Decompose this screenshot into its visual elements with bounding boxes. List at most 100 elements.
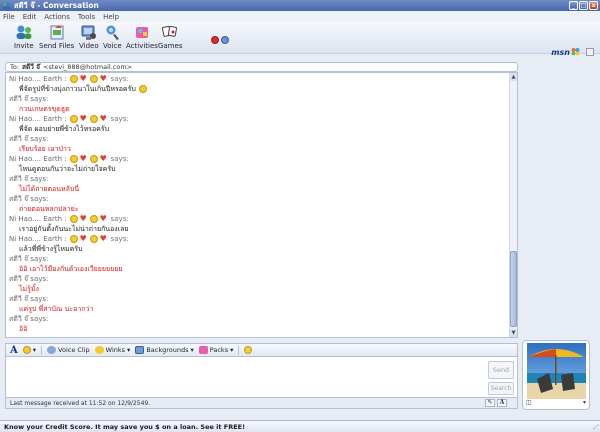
toolbar-overflow-button[interactable] <box>586 48 594 56</box>
contact-name: สตีวี จ๊ <box>22 63 40 71</box>
message-body: พี่จัด ผอบย่ายพี่ข้างไว้หรอครับ <box>19 125 110 133</box>
message-sender: Ni Hao.... Earth : ♥ ♥ says: <box>9 214 509 224</box>
ad-text[interactable]: Know your Credit Score. It may save you … <box>4 423 245 431</box>
message-body: กวนเกษตรขุดธูต <box>19 105 70 113</box>
message-text: พี่จัดรูปที่ข้างบุ่งภาวนาในเกินปีหรอครับ <box>9 84 509 94</box>
sender-name: สตีวี จ๊ says: <box>9 275 49 283</box>
font-button[interactable]: A <box>10 345 18 356</box>
says-label: says: <box>110 155 129 163</box>
voice-clip-button[interactable]: Voice Clip <box>47 346 90 354</box>
heart-icon: ♥ <box>79 234 87 243</box>
message-sender: Ni Hao.... Earth : ♥ ♥ says: <box>9 114 509 124</box>
backgrounds-button[interactable]: Backgrounds ▾ <box>135 346 194 354</box>
invite-icon <box>16 25 32 39</box>
message-text: ไม่ได้ถ่ายตอนหลับนี่ <box>9 184 509 194</box>
smiley-icon <box>138 85 147 93</box>
emoticon-button[interactable]: ▾ <box>22 346 36 354</box>
wink-icon <box>94 346 104 354</box>
smiley-icon <box>89 215 98 223</box>
heart-icon: ♥ <box>99 114 107 123</box>
smiley-icon <box>69 155 78 163</box>
block-icon[interactable] <box>211 36 219 44</box>
menu-actions[interactable]: Actions <box>44 13 70 21</box>
divider <box>238 345 240 355</box>
says-label: says: <box>110 235 129 243</box>
scroll-up-button[interactable]: ▲ <box>510 73 517 81</box>
send-files-button[interactable]: Send Files <box>39 24 74 50</box>
nudge-button[interactable] <box>244 346 253 354</box>
winks-button[interactable]: Winks ▾ <box>94 346 130 354</box>
scroll-thumb[interactable] <box>510 251 517 327</box>
sender-name: สตีวี จ๊ says: <box>9 95 49 103</box>
message-sender: สตีวี จ๊ says: <box>9 134 509 144</box>
message-body: ไม่ได้ถ่ายตอนหลับนี่ <box>19 185 80 193</box>
message-text: กวนเกษตรขุดธูต <box>9 104 509 114</box>
sender-name: Ni Hao.... Earth : <box>9 155 67 163</box>
menu-edit[interactable]: Edit <box>23 13 37 21</box>
display-picture[interactable] <box>527 343 586 399</box>
message-body: อิอิ <box>19 325 28 333</box>
sender-name: Ni Hao.... Earth : <box>9 215 67 223</box>
message-body: เรียบร้อย เอาป่าว <box>19 145 71 153</box>
chevron-down-icon[interactable]: ▾ <box>583 399 586 407</box>
smiley-icon <box>89 235 98 243</box>
smiley-icon <box>69 115 78 123</box>
background-sharing-icon[interactable] <box>221 36 229 44</box>
heart-icon: ♥ <box>99 154 107 163</box>
to-bar: To: สตีวี จ๊ <stevi_888@hotmail.com> <box>5 62 518 72</box>
webcam-icon[interactable]: ◫ <box>526 399 532 407</box>
chat-scrollbar[interactable]: ▲ ▼ <box>509 73 517 337</box>
games-button[interactable]: Games <box>158 24 183 50</box>
msn-logo: msn <box>551 48 570 57</box>
message-text: ถ่ายตอนหลกปลาย่ะ <box>9 204 509 214</box>
invite-button[interactable]: Invite <box>14 24 34 50</box>
activities-icon <box>135 27 148 38</box>
message-body: พี่จัดรูปที่ข้างบุ่งภาวนาในเกินปีหรอครับ <box>19 85 136 93</box>
says-label: says: <box>110 75 129 83</box>
says-label: says: <box>110 215 129 223</box>
voice-button[interactable]: Voice <box>103 24 122 50</box>
sender-name: สตีวี จ๊ says: <box>9 315 49 323</box>
message-body: อิอิ เอาไว้มีองกันด้วเองเวียยยยยยย <box>19 265 123 273</box>
message-text: ไม่รู้มั้ง <box>9 284 509 294</box>
search-button[interactable]: Search <box>488 382 514 395</box>
send-files-icon <box>50 25 64 40</box>
menu-help[interactable]: Help <box>103 13 119 21</box>
conversation-history[interactable]: Ni Hao.... Earth : ♥ ♥ says: พี่จัดรูปที่ข้า… <box>5 72 518 338</box>
says-label: says: <box>110 115 129 123</box>
advertisement-bar[interactable]: Know your Credit Score. It may save you … <box>0 420 600 432</box>
video-button[interactable]: Video <box>79 24 99 50</box>
text-tab-button[interactable]: A <box>497 399 507 407</box>
scroll-down-button[interactable]: ▼ <box>510 329 517 337</box>
close-button[interactable]: x <box>589 1 598 10</box>
smiley-icon <box>22 346 31 354</box>
to-label: To: <box>10 63 20 71</box>
resize-grip-icon[interactable]: ⋰ <box>593 424 599 431</box>
menu-file[interactable]: File <box>3 13 15 21</box>
message-text: แค่รูป พี่สาบัณ นะอากว่า <box>9 304 509 314</box>
sender-name: Ni Hao.... Earth : <box>9 235 67 243</box>
minimize-button[interactable]: _ <box>569 1 578 10</box>
heart-icon: ♥ <box>99 74 107 83</box>
packs-button[interactable]: Packs ▾ <box>198 346 233 354</box>
heart-icon: ♥ <box>79 114 87 123</box>
activities-button[interactable]: Activities <box>126 24 158 50</box>
window-title: สตีวี จ๊ - Conversation <box>14 0 99 10</box>
maximize-button[interactable]: □ <box>579 1 588 10</box>
emoticon-group: ♥ ♥ <box>69 74 108 83</box>
smiley-icon <box>89 155 98 163</box>
send-button[interactable]: Send <box>488 361 514 379</box>
message-input[interactable]: Send Search <box>5 356 518 398</box>
sender-name: Ni Hao.... Earth : <box>9 75 67 83</box>
handwriting-tab-button[interactable]: ✎ <box>485 399 495 407</box>
heart-icon: ♥ <box>99 234 107 243</box>
last-message-status: Last message received at 11:52 on 12/9/2… <box>10 399 151 407</box>
message-body: ถ่ายตอนหลกปลาย่ะ <box>19 205 79 213</box>
message-body: แล้วพี่พี่ข้างรู้ไหมครับ <box>19 245 83 253</box>
chevron-down-icon: ▾ <box>190 346 194 354</box>
menu-tools[interactable]: Tools <box>78 13 95 21</box>
divider <box>41 345 43 355</box>
msn-buddy-icon <box>3 2 10 9</box>
emoticon-group: ♥ ♥ <box>69 215 108 223</box>
message-body: ไหนดูตอนกันว่าจะไม่ถ่ายใจครับ <box>19 165 116 173</box>
